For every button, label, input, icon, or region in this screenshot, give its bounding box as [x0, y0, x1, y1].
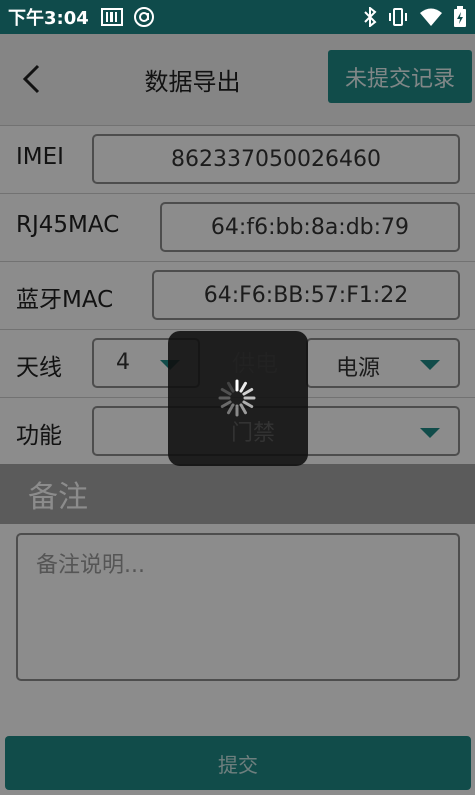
vibrate-icon — [389, 8, 407, 26]
status-left-icons — [100, 6, 155, 28]
power-supply-label: 供电 — [232, 351, 278, 377]
function-value: 门禁 — [231, 421, 276, 446]
status-right-icons — [363, 6, 467, 28]
at-sign-icon — [133, 7, 154, 27]
bluetooth-icon — [364, 7, 377, 27]
barcode-icon — [100, 8, 123, 26]
status-bar: 下午3:04 — [0, 0, 475, 34]
battery-icon — [454, 6, 466, 27]
status-time: 下午3:04 — [8, 8, 89, 29]
wifi-icon — [420, 8, 442, 26]
